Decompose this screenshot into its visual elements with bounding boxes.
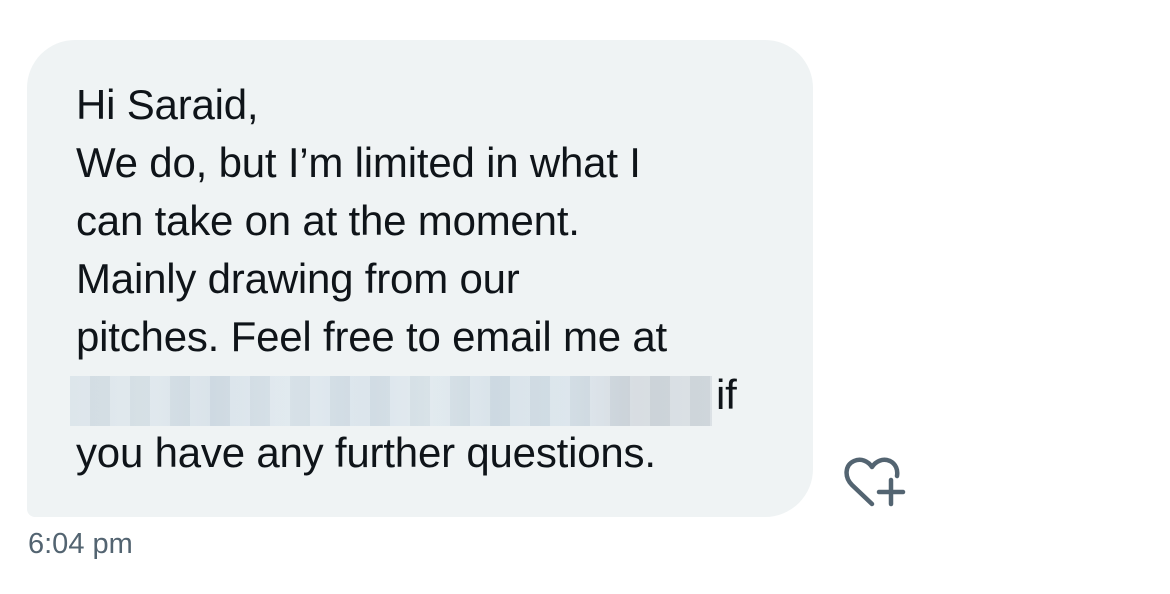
- redacted-email-line: if: [70, 366, 796, 426]
- heart-plus-icon: [844, 457, 906, 507]
- message-timestamp: 6:04 pm: [28, 528, 133, 560]
- add-reaction-button[interactable]: [842, 452, 906, 510]
- message-line: Hi Saraid,: [76, 81, 259, 128]
- redacted-email: [70, 376, 712, 426]
- message-line: you have any further questions.: [76, 429, 656, 476]
- message-word-if: if: [716, 371, 737, 418]
- message-line: pitches. Feel free to email me at: [76, 313, 667, 360]
- message-line: can take on at the moment.: [76, 197, 580, 244]
- message-text: Hi Saraid, We do, but I’m limited in wha…: [70, 76, 796, 482]
- message-line: Mainly drawing from our: [76, 255, 520, 302]
- message-line: We do, but I’m limited in what I: [76, 139, 641, 186]
- dm-conversation: Hi Saraid, We do, but I’m limited in wha…: [0, 0, 1170, 594]
